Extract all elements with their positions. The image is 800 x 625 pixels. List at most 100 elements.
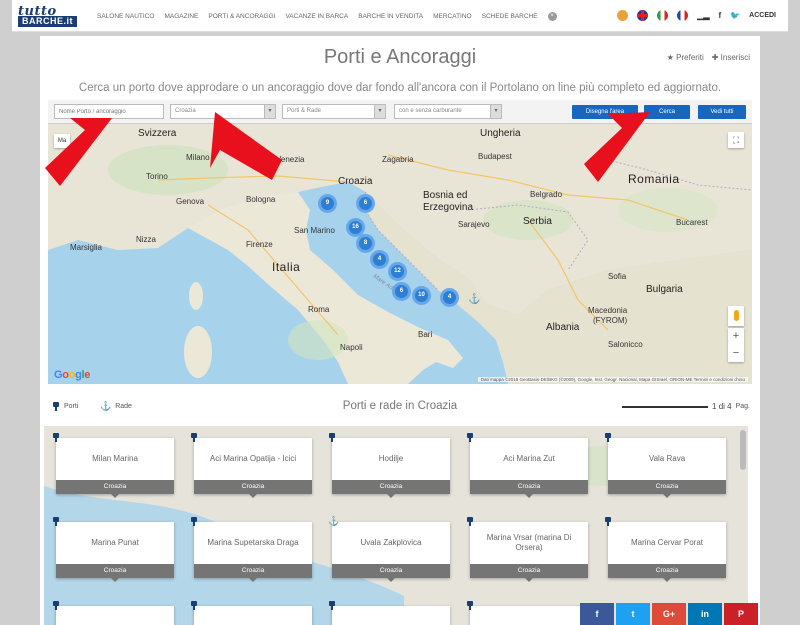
fullscreen-icon[interactable]: ⛶ <box>728 132 744 148</box>
map-label-albania: Albania <box>546 322 580 333</box>
result-tile[interactable]: Marina Punat Croazia <box>53 517 174 582</box>
map-label-budapest: Budapest <box>478 152 512 161</box>
map-label-sofia: Sofia <box>608 272 627 281</box>
insert-link[interactable]: ✚ Inserisci <box>712 53 750 62</box>
result-tile[interactable]: Marina Supetarska Draga Croazia <box>191 517 312 582</box>
map-label-romania: Romania <box>628 172 680 186</box>
facebook-icon[interactable]: f <box>719 11 722 20</box>
map-cluster[interactable]: 9 <box>318 194 337 213</box>
map-cluster[interactable]: 6 <box>392 282 411 301</box>
result-name: Vala Rava <box>648 454 686 463</box>
type-select[interactable]: Porti & Rade ▾ <box>282 104 386 119</box>
share-facebook-button[interactable]: f <box>580 603 614 625</box>
share-pinterest-button[interactable]: P <box>724 603 758 625</box>
result-tile[interactable]: Marina Vrsar (marina Di Orsera) Croazia <box>467 517 588 582</box>
result-tile[interactable]: Marina Cervar Porat Croazia <box>605 517 726 582</box>
results-grid: Milan Marina Croazia Aci Marina Opatija … <box>44 426 748 625</box>
map-label-ungheria: Ungheria <box>480 128 521 139</box>
map-cluster[interactable]: 4 <box>440 288 459 307</box>
country-select[interactable]: Croazia ▾ <box>170 104 276 119</box>
map-attribution[interactable]: Dati mappa ©2018 GeoBasis-DE/BKG (©2009)… <box>477 377 748 382</box>
result-tile[interactable] <box>467 601 588 625</box>
map-label-fyrom-1: Macedonia <box>588 306 628 315</box>
italy-green <box>288 320 348 360</box>
google-letter-6: e <box>84 369 91 381</box>
twitter-icon[interactable]: 🐦 <box>730 11 740 20</box>
result-tile[interactable]: Milan Marina Croazia <box>53 433 174 498</box>
nav-barche-in-vendita[interactable]: BARCHE IN VENDITA <box>358 13 423 21</box>
land-sardinia <box>184 326 212 378</box>
share-twitter-button[interactable]: t <box>616 603 650 625</box>
flag-it-icon[interactable] <box>657 10 669 21</box>
insert-label: Inserisci <box>720 53 750 62</box>
result-tile[interactable]: Aci Marina Opatija - Icici Croazia <box>191 433 312 498</box>
map-cluster[interactable]: 10 <box>412 286 431 305</box>
site-logo[interactable]: tutto BARCHE.it <box>18 4 96 28</box>
result-country: Croazia <box>470 564 588 582</box>
map[interactable]: Croazia ▾ Porti & Rade ▾ con e senza car… <box>48 100 752 384</box>
search-name-input[interactable] <box>54 104 164 119</box>
result-tile[interactable]: Vala Rava Croazia <box>605 433 726 498</box>
nav-mercatino[interactable]: MERCATINO <box>433 13 472 21</box>
map-label-zagabria: Zagabria <box>382 155 414 164</box>
nav-porti-ancoraggi[interactable]: PORTI & ANCORAGGI <box>208 13 275 21</box>
result-country: Croazia <box>56 564 174 582</box>
show-all-button[interactable]: Vedi tutti <box>698 105 746 119</box>
result-tile[interactable]: Aci Marina Zut Croazia <box>467 433 588 498</box>
close-icon[interactable]: × <box>547 12 557 21</box>
nav-magazine[interactable]: MAGAZINE <box>164 13 198 21</box>
map-label-genova: Genova <box>176 197 205 206</box>
result-tile[interactable]: Hodilje Croazia <box>329 433 450 498</box>
zoom-out-button[interactable]: − <box>728 345 744 362</box>
share-googleplus-button[interactable]: G+ <box>652 603 686 625</box>
draw-area-button[interactable]: Disegna l'area <box>572 105 638 119</box>
map-label-milano: Milano <box>186 153 210 162</box>
nav-schede-barche[interactable]: SCHEDE BARCHE <box>482 13 538 21</box>
result-tile[interactable] <box>191 601 312 625</box>
port-pin-icon <box>52 601 60 610</box>
result-country: Croazia <box>194 480 312 498</box>
map-label-bucarest: Bucarest <box>676 218 708 227</box>
search-button[interactable]: Cerca <box>644 105 690 119</box>
share-linkedin-button[interactable]: in <box>688 603 722 625</box>
fuel-select[interactable]: con e senza carburante ▾ <box>394 104 502 119</box>
top-navigation-bar: tutto BARCHE.it SALONE NAUTICO MAGAZINE … <box>12 0 788 32</box>
pagination-label: Pag. <box>735 403 750 410</box>
star-icon: ★ <box>666 53 674 62</box>
boat-icon[interactable]: ▁▂ <box>697 11 709 20</box>
result-tile[interactable]: ⚓ Uvala Zakplovica Croazia <box>328 517 450 582</box>
map-label-salonicco: Salonicco <box>608 340 643 349</box>
pagination-slider[interactable] <box>622 405 709 408</box>
results-scrollbar[interactable] <box>740 430 746 470</box>
flag-uk-icon[interactable] <box>637 10 649 21</box>
map-cluster[interactable]: 6 <box>356 194 375 213</box>
map-type-button[interactable]: Ma <box>54 134 70 148</box>
anchor-icon[interactable]: ⚓ <box>468 294 480 305</box>
header-tools: ▁▂ f 🐦 ACCEDI <box>617 10 776 21</box>
zoom-control: + − <box>728 328 744 362</box>
map-cluster[interactable]: 12 <box>388 262 407 281</box>
fuel-select-value: con e senza carburante <box>399 108 462 114</box>
favorites-link[interactable]: ★ Preferiti <box>667 53 704 62</box>
result-name: Marina Cervar Porat <box>630 538 704 547</box>
login-link[interactable]: ACCEDI <box>749 12 776 19</box>
nav-salone-nautico[interactable]: SALONE NAUTICO <box>97 13 154 21</box>
flag-fr-icon[interactable] <box>677 10 689 21</box>
page-subtitle: Cerca un porto dove approdare o un ancor… <box>78 82 722 94</box>
logo-line-2: BARCHE.it <box>18 16 77 27</box>
zoom-in-button[interactable]: + <box>728 328 744 345</box>
map-label-serbia: Serbia <box>523 216 552 227</box>
result-tile[interactable] <box>329 601 450 625</box>
map-label-bari: Bari <box>418 330 433 339</box>
map-label-sarajevo: Sarajevo <box>458 220 490 229</box>
port-pin-icon <box>466 601 474 610</box>
map-label-venezia: Venezia <box>276 155 305 164</box>
street-view-icon[interactable] <box>728 306 744 326</box>
nav-vacanze-in-barca[interactable]: VACANZE IN BARCA <box>285 13 348 21</box>
coin-icon[interactable] <box>617 10 629 21</box>
result-tile[interactable] <box>53 601 174 625</box>
map-cluster[interactable]: 8 <box>356 234 375 253</box>
map-label-roma: Roma <box>308 305 330 314</box>
alps-green <box>108 145 228 195</box>
map-cluster[interactable]: 4 <box>370 250 389 269</box>
